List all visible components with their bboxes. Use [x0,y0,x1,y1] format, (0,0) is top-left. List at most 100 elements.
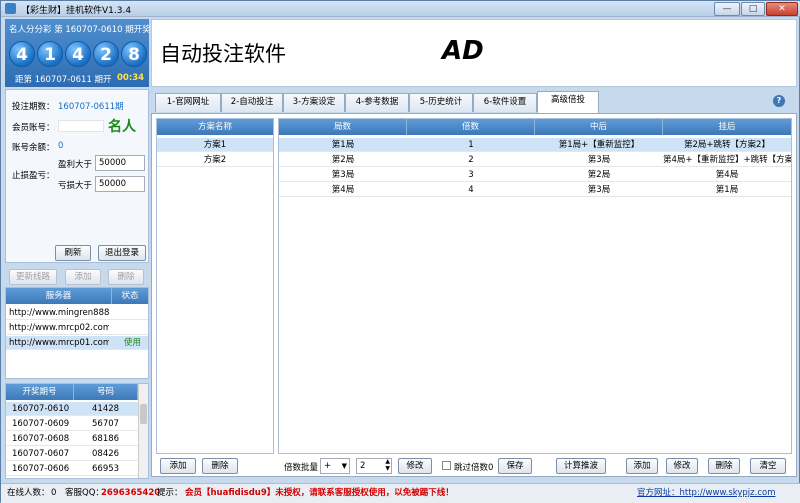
profit-label: 盈利大于 [58,160,93,170]
multiplier-cell: 2 [468,155,474,165]
profit-limit-input[interactable]: 50000 [95,155,145,171]
operator-value: + [324,461,332,471]
round-cell: 第3局 [331,170,355,180]
advanced-multiplier-panel: 方案名称 方案1 方案2 局数 倍数 中后 挂后 第1局 1 第1局+【重新监控… [151,113,797,477]
server-url: http://www.mingren888.cn [9,308,109,318]
operator-select[interactable]: + ▼ [320,458,350,474]
refresh-button[interactable]: 刷新 [55,245,91,261]
maximize-button[interactable]: □ [741,2,765,16]
tab-auto-bet[interactable]: 2-自动投注 [221,93,283,112]
help-icon[interactable]: ? [773,95,785,107]
save-button[interactable]: 保存 [498,458,532,474]
draw-ball: 8 [121,41,147,67]
draw-number: 41428 [92,404,120,414]
draw-ball: 2 [93,41,119,67]
clear-button[interactable]: 清空 [750,458,786,474]
after-win-cell: 第1局+【重新监控】 [558,140,640,150]
period-column-header: 开奖期号 [6,384,74,400]
chevron-down-icon: ▼ [341,462,347,470]
add-row-button[interactable]: 添加 [626,458,658,474]
tab-software-settings[interactable]: 6-软件设置 [473,93,537,112]
logout-button[interactable]: 退出登录 [98,245,146,261]
plan-row[interactable]: 方案2 [157,153,273,167]
after-loss-cell: 第4局 [715,170,739,180]
server-status: 使用 [124,338,142,348]
tab-website[interactable]: 1-官网网址 [155,93,221,112]
plan-name-header: 方案名称 [157,119,273,135]
multiplier-cell: 3 [468,170,474,180]
batch-value-stepper[interactable]: 2 ▲ ▼ [356,458,392,474]
calculate-button[interactable]: 计算推波 [556,458,606,474]
after-win-cell: 第2局 [587,170,611,180]
skip-zero-checkbox[interactable] [442,461,451,470]
balance-label: 账号余额： [12,143,55,153]
draw-row[interactable]: 160707-0607 08426 [6,447,138,461]
loss-limit-input[interactable]: 50000 [95,176,145,192]
draw-row[interactable]: 160707-0608 68186 [6,432,138,446]
draw-period: 160707-0608 [12,434,70,444]
server-row-selected[interactable]: http://www.mrcp01.com 使用 [6,336,148,350]
table-row-selected[interactable]: 第1局 1 第1局+【重新监控】 第2局+跳转【方案2】 [279,138,791,152]
draw-row[interactable]: 160707-0606 66953 [6,462,138,476]
update-lines-button[interactable]: 更新线路 [9,269,57,285]
draw-row[interactable]: 160707-0609 56707 [6,417,138,431]
stepper-arrows-icon[interactable]: ▲ ▼ [385,458,390,472]
server-row[interactable]: http://www.mrcp02.com [6,321,148,335]
number-column-header: 号码 [74,384,138,400]
balance-value: 0 [58,141,64,151]
round-cell: 第2局 [331,155,355,165]
delete-line-button[interactable]: 删除 [108,269,144,285]
tip-label: 提示： [157,488,183,498]
plan-row-selected[interactable]: 方案1 [157,138,273,152]
after-win-column-header: 中后 [535,119,663,135]
after-win-cell: 第3局 [587,185,611,195]
draw-period: 160707-0609 [12,419,70,429]
draw-number: 08426 [92,449,120,459]
tab-history-stats[interactable]: 5-历史统计 [409,93,473,112]
draw-period: 160707-0610 [12,404,70,414]
tab-advanced-multiplier[interactable]: 高级倍投 [537,91,599,113]
add-line-button[interactable]: 添加 [65,269,101,285]
online-label: 在线人数： [7,488,50,498]
draw-ball: 4 [9,41,35,67]
countdown-timer: 00:34 [117,73,145,83]
batch-value: 2 [360,461,366,471]
draw-number: 66953 [92,464,120,474]
tab-plan-settings[interactable]: 3-方案设定 [283,93,345,112]
draw-row[interactable]: 160707-0610 41428 [6,402,138,416]
tab-reference-data[interactable]: 4-参考数据 [345,93,409,112]
delete-plan-button[interactable]: 删除 [202,458,238,474]
batch-modify-button[interactable]: 修改 [398,458,432,474]
bet-period-label: 投注期数： [12,102,55,112]
modify-row-button[interactable]: 修改 [666,458,698,474]
table-row[interactable]: 第4局 4 第3局 第1局 [279,183,791,197]
after-loss-cell: 第2局+跳转【方案2】 [684,140,770,150]
window-title: 【彩生财】挂机软件V1.3.4 [21,6,132,16]
delete-row-button[interactable]: 删除 [708,458,740,474]
draw-ball: 4 [65,41,91,67]
table-row[interactable]: 第3局 3 第2局 第4局 [279,168,791,182]
stoploss-label: 止损盈亏： [12,171,55,181]
official-site-link[interactable]: 官方网址：http://www.skypjz.com [637,484,775,502]
server-url: http://www.mrcp02.com [9,323,109,333]
draw-history-scrollbar[interactable] [138,384,148,478]
server-column-header: 服务器 [6,288,112,304]
scrollbar-thumb[interactable] [140,404,147,424]
skip-zero-label: 跳过倍数0 [454,463,494,473]
tip-message: 会员【huafidisdu9】未授权，请联系客服授权使用，以免被踢下线！ [185,488,454,498]
lottery-result-panel: 名人分分彩 第 160707-0610 期开奖号 4 1 4 2 8 距第 16… [5,19,159,87]
add-plan-button[interactable]: 添加 [160,458,196,474]
batch-label: 倍数批量 [284,463,319,473]
tab-strip: 1-官网网址 2-自动投注 3-方案设定 4-参考数据 5-历史统计 6-软件设… [151,91,797,113]
multiplier-column-header: 倍数 [407,119,535,135]
table-row[interactable]: 第2局 2 第3局 第4局+【重新监控】+跳转【方案... [279,153,791,167]
qq-label: 客服QQ： [65,488,104,498]
minimize-button[interactable]: — [714,2,740,16]
multiplier-cell: 1 [468,140,474,150]
server-row[interactable]: http://www.mingren888.cn [6,306,148,320]
online-count: 0 [51,488,57,498]
loss-label: 亏损大于 [58,181,93,191]
next-draw-label: 距第 160707-0611 期开 [15,75,112,85]
close-button[interactable]: ✕ [766,2,798,16]
app-icon [5,3,16,14]
